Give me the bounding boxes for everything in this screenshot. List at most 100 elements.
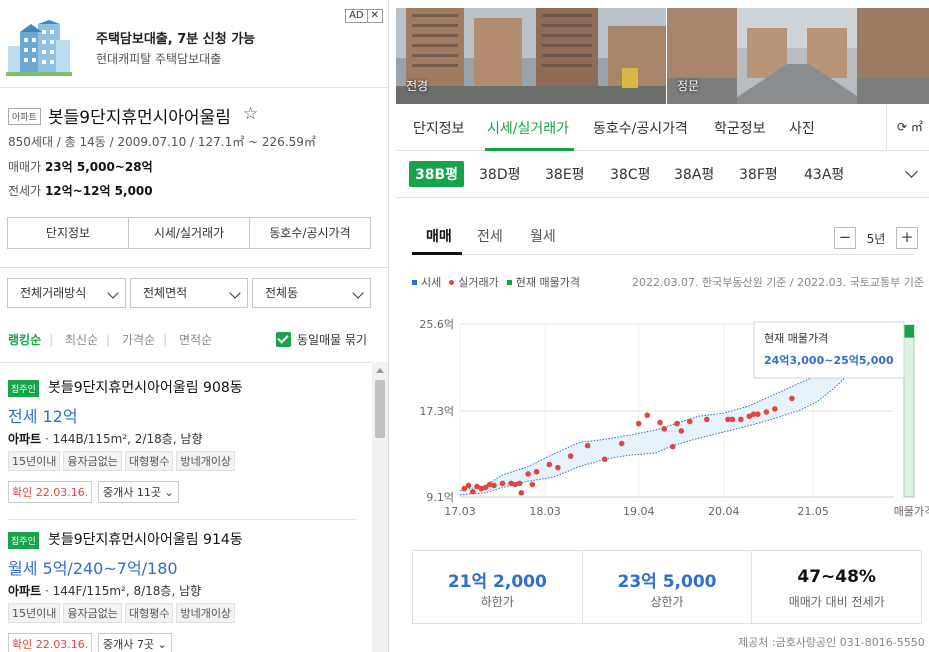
- pyeong-option[interactable]: 38A평: [674, 164, 714, 184]
- owner-badge: 집주인: [8, 532, 39, 549]
- sort-price[interactable]: 가격순: [122, 333, 155, 347]
- list-item[interactable]: 집주인 봇들9단지휴먼시아어울림 914동 월세 5억/240~7억/180 아…: [0, 532, 371, 652]
- tab-school-info[interactable]: 학군정보: [714, 118, 766, 138]
- complex-tabs: 단지정보 시세/실거래가 동호수/공시가격: [7, 217, 371, 249]
- jeonse-price-label: 전세가: [8, 184, 42, 198]
- confirmed-date-badge: 확인 22.03.16.: [8, 481, 93, 503]
- pyeong-option[interactable]: 38B평: [409, 161, 465, 187]
- x-tick-label: 18.03: [529, 505, 561, 518]
- actual-transaction-point: [763, 409, 770, 415]
- listing-type: 아파트: [8, 584, 42, 598]
- legend-swatch: [412, 279, 417, 285]
- period-increase-button[interactable]: +: [896, 227, 918, 249]
- chevron-down-icon[interactable]: [905, 165, 918, 178]
- tab-price-history[interactable]: 시세/실거래가: [487, 118, 569, 138]
- tab-jeonse[interactable]: 전세: [477, 226, 503, 246]
- actual-transaction-point: [678, 428, 685, 434]
- listing-tag: 대형평수: [124, 451, 174, 471]
- x-tick-label: 19.04: [623, 505, 655, 518]
- period-decrease-button[interactable]: −: [834, 227, 856, 249]
- x-tick-label: 매물가격: [894, 505, 929, 518]
- listing-panel: 주택담보대출, 7분 신청 가능 현대캐피탈 주택담보대출 AD ✕ 아파트 봇…: [0, 0, 389, 652]
- ad-close-icon[interactable]: ✕: [367, 9, 383, 23]
- detail-panel: 전경 정문 단지정보 시세/실거래가 동호수/공시가격 학군정보 사진 ⟳ ㎡: [396, 0, 929, 652]
- pyeong-option[interactable]: 38D평: [479, 164, 520, 184]
- price-chart[interactable]: 9.1억 17.3억 25.6억 17.03 18.03 19.04 20.04 21.05 매…: [396, 302, 929, 527]
- detail-tabs: 단지정보 시세/실거래가 동호수/공시가격 학군정보 사진: [396, 104, 929, 151]
- listing-tag: 방네개이상: [176, 451, 236, 471]
- actual-transaction-point: [533, 469, 540, 475]
- ad-subtitle[interactable]: 현대캐피탈 주택담보대출: [96, 50, 221, 67]
- listing-tags: 15년이내 융자금없는 대형평수 방네개이상: [8, 603, 238, 623]
- actual-transaction-point: [546, 461, 553, 468]
- tab-monthly-rent[interactable]: 월세: [530, 226, 556, 246]
- tooltip-title: 현재 매물가격: [764, 332, 828, 345]
- listing-scrollbar[interactable]: [372, 362, 388, 652]
- sort-area[interactable]: 면적순: [179, 333, 212, 347]
- pyeong-type-selector: 38B평 38D평 38E평 38C평 38A평 38F평 43A평: [396, 152, 929, 198]
- tab-complex-info[interactable]: 단지정보: [413, 118, 465, 138]
- jeonse-price-value: 12억~12억 5,000: [44, 184, 153, 198]
- legend-current: 현재 매물가격: [506, 274, 580, 290]
- photo-exterior[interactable]: 전경: [396, 8, 666, 104]
- tab-photos[interactable]: 사진: [789, 118, 815, 138]
- pyeong-option[interactable]: 38F평: [739, 164, 778, 184]
- building-filter[interactable]: 전체동: [252, 278, 371, 308]
- ad-title[interactable]: 주택담보대출, 7분 신청 가능: [96, 28, 255, 47]
- actual-transaction-point: [661, 426, 668, 432]
- lower-price-label: 하한가: [480, 595, 514, 609]
- y-tick-label: 25.6억: [419, 318, 454, 331]
- divider: [0, 267, 388, 268]
- listing-spec: · 144F/115m², 8/18층, 남향: [44, 584, 202, 598]
- actual-transaction-point: [567, 453, 574, 459]
- group-same-listings-checkbox[interactable]: 동일매물 묶기: [276, 331, 367, 348]
- period-value: 5년: [866, 231, 886, 246]
- scroll-up-arrow-icon[interactable]: [376, 368, 384, 373]
- sort-ranking[interactable]: 랭킹순: [8, 333, 41, 347]
- listing-tag: 융자금없는: [63, 603, 122, 623]
- legend-market: 시세: [412, 274, 441, 290]
- listing-name: 봇들9단지휴먼시아어울림 908동: [48, 380, 243, 396]
- divider: [0, 362, 371, 363]
- tab-price-history[interactable]: 시세/실거래가: [128, 218, 249, 248]
- legend-actual: 실거래가: [449, 274, 499, 290]
- tab-unit-official-price[interactable]: 동호수/공시가격: [249, 218, 370, 248]
- actual-transaction-point: [772, 406, 778, 412]
- tab-unit-official-price[interactable]: 동호수/공시가격: [593, 118, 688, 138]
- actual-transaction-point: [465, 482, 472, 489]
- actual-transaction-point: [499, 480, 506, 487]
- favorite-star-icon[interactable]: ☆: [243, 104, 258, 124]
- scrollbar-thumb[interactable]: [375, 380, 385, 438]
- agent-count-button[interactable]: 중개사 7곳 ⌄: [98, 633, 172, 652]
- tooltip-box: [753, 321, 905, 379]
- chevron-down-icon: [107, 287, 119, 299]
- actual-transaction-point: [789, 395, 795, 402]
- photo-main-gate[interactable]: 정문: [667, 8, 929, 104]
- area-filter[interactable]: 전체면적: [130, 278, 248, 308]
- sort-latest[interactable]: 최신순: [65, 333, 98, 347]
- pyeong-option[interactable]: 43A평: [804, 164, 844, 184]
- actual-transaction-point: [518, 490, 525, 496]
- pyeong-option[interactable]: 38C평: [610, 164, 650, 184]
- complex-meta: 850세대 / 총 14동 / 2009.07.10 / 127.1㎡ ~ 22…: [8, 135, 316, 149]
- listing-tag: 대형평수: [124, 603, 174, 623]
- tab-sale[interactable]: 매매: [426, 226, 452, 246]
- legend-actual-label: 실거래가: [458, 276, 499, 289]
- price-chart-section: 매매 전세 월세 − 5년 + 시세 실거래가 현재 매물가격 2022.03.…: [396, 208, 929, 652]
- ad-banner[interactable]: 주택담보대출, 7분 신청 가능 현대캐피탈 주택담보대출 AD ✕: [0, 0, 388, 88]
- actual-transaction-point: [601, 456, 608, 463]
- agent-count-button[interactable]: 중개사 11곳 ⌄: [98, 481, 179, 503]
- upper-price-value: 23억 5,000: [617, 572, 717, 592]
- actual-transaction-point: [516, 480, 523, 487]
- tab-complex-info[interactable]: 단지정보: [8, 218, 128, 248]
- apartment-illustration-icon: [6, 20, 72, 76]
- list-item[interactable]: 집주인 봇들9단지휴먼시아어울림 908동 전세 12억 아파트 · 144B/…: [0, 380, 371, 520]
- tooltip-value: 24억3,000~25억5,000: [764, 354, 894, 367]
- lower-price-value: 21억 2,000: [447, 572, 547, 592]
- price-summary: 21억 2,000 하한가 23억 5,000 상한가 47~48% 매매가 대…: [412, 550, 922, 624]
- y-tick-label: 9.1억: [426, 491, 454, 504]
- pyeong-option[interactable]: 38E평: [545, 164, 585, 184]
- trade-type-filter[interactable]: 전체거래방식: [7, 278, 126, 308]
- data-provider: 제공처 :금호사랑공인 031-8016-5550: [738, 636, 925, 649]
- unit-toggle-button[interactable]: ⟳ ㎡: [886, 104, 929, 151]
